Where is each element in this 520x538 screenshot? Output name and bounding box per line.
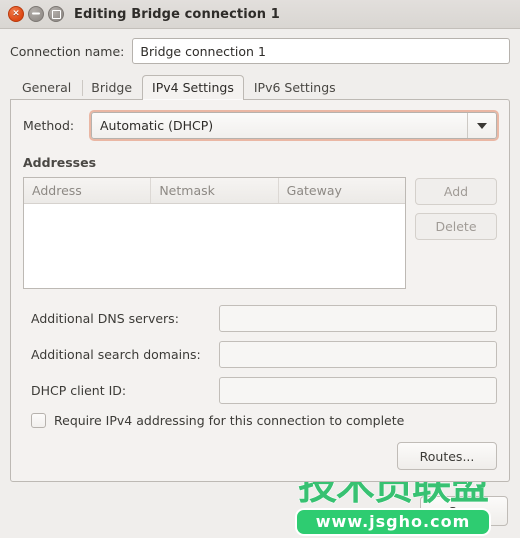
save-button[interactable]: Save [420,496,508,526]
dns-servers-label: Additional DNS servers: [31,311,179,326]
column-header-gateway: Gateway [286,183,342,198]
addresses-table[interactable]: Address Netmask Gateway [23,177,406,289]
column-header-netmask: Netmask [151,178,279,203]
addresses-table-header: Address Netmask Gateway [24,178,405,204]
maximize-icon [51,9,61,19]
tab-bridge[interactable]: Bridge [81,75,142,100]
tab-ipv6-settings-label: IPv6 Settings [253,80,336,95]
close-button[interactable]: × [8,6,24,22]
tab-ipv4-settings[interactable]: IPv4 Settings [142,75,244,100]
search-domains-input[interactable] [219,341,497,368]
require-ipv4-checkbox[interactable] [31,413,46,428]
ipv4-settings-panel: Method: Automatic (DHCP) Addresses Addre… [10,99,510,482]
connection-name-row: Connection name: [10,38,510,64]
add-address-button[interactable]: Add [415,178,497,205]
maximize-button[interactable] [48,6,64,22]
method-selected-value: Automatic (DHCP) [100,118,214,133]
chevron-down-icon [477,122,487,129]
require-ipv4-row[interactable]: Require IPv4 addressing for this connect… [31,413,497,428]
minimize-icon [32,12,40,15]
tab-general-label: General [22,80,72,95]
tab-ipv6-settings[interactable]: IPv6 Settings [244,75,346,100]
addresses-table-body[interactable] [24,204,405,288]
connection-name-label: Connection name: [10,43,125,59]
tab-ipv4-settings-label: IPv4 Settings [152,80,234,95]
addresses-area: Address Netmask Gateway Add Delete [23,177,497,289]
require-ipv4-label: Require IPv4 addressing for this connect… [54,413,405,428]
search-domains-row: Additional search domains: [23,341,497,368]
search-domains-label: Additional search domains: [31,347,201,362]
dialog-content: Connection name: General Bridge IPv4 Set… [0,29,520,482]
routes-row: Routes... [23,442,497,470]
dhcp-client-id-row: DHCP client ID: [23,377,497,404]
close-icon: × [12,8,20,18]
method-label: Method: [23,118,75,133]
tab-bar: General Bridge IPv4 Settings IPv6 Settin… [10,75,510,100]
addresses-buttons: Add Delete [415,177,497,240]
dns-servers-input[interactable] [219,305,497,332]
method-row: Method: Automatic (DHCP) [23,112,497,139]
delete-address-button[interactable]: Delete [415,213,497,240]
title-bar: × Editing Bridge connection 1 [0,0,520,29]
dialog-footer: Save [0,486,520,538]
connection-name-input[interactable] [132,38,510,64]
routes-button[interactable]: Routes... [397,442,497,470]
window-controls: × [8,6,64,22]
method-dropdown-arrow[interactable] [467,113,496,138]
window-title: Editing Bridge connection 1 [74,6,280,22]
column-header-address: Address [24,178,152,203]
dhcp-client-id-label: DHCP client ID: [31,383,127,398]
dhcp-client-id-input[interactable] [219,377,497,404]
addresses-section-label: Addresses [23,155,97,170]
tab-general[interactable]: General [12,75,81,100]
tab-bridge-label: Bridge [91,80,133,95]
method-dropdown[interactable]: Automatic (DHCP) [91,112,497,139]
dns-servers-row: Additional DNS servers: [23,305,497,332]
minimize-button[interactable] [28,6,44,22]
